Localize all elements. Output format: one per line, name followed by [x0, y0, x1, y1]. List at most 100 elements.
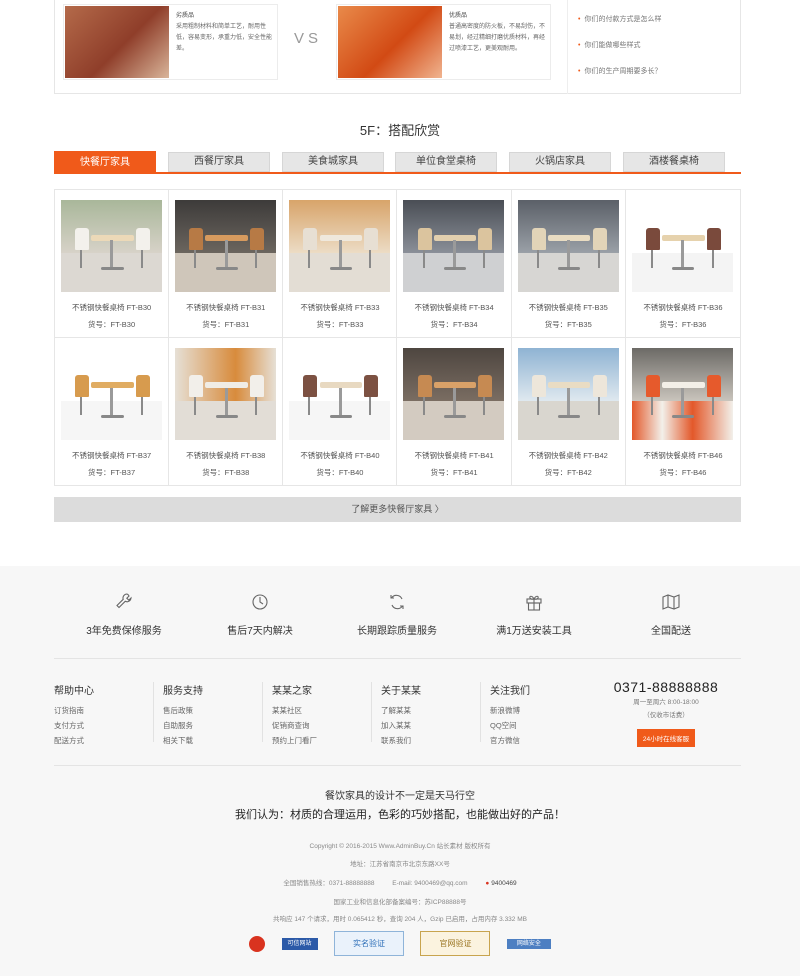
faq-link[interactable]: 你们的生产周期要多长？ — [578, 66, 661, 76]
online-service-button[interactable]: 24小时在线客服 — [636, 729, 696, 747]
high-quality-photo — [338, 6, 442, 78]
copyright: Copyright © 2016-2015 Www.AdminBuy.Cn 站长… — [309, 843, 491, 850]
trust-badge[interactable]: 可信网站 — [281, 937, 318, 950]
more-products-button[interactable]: 了解更多快餐厅家具 〉 — [54, 497, 741, 522]
product-code: 货号：FT-B41 — [430, 467, 478, 477]
product-card[interactable]: 不锈钢快餐桌椅 FT-B41 货号：FT-B41 — [397, 337, 512, 485]
footer-link[interactable]: 了解某某 — [381, 703, 480, 718]
product-card[interactable]: 不锈钢快餐桌椅 FT-B34 货号：FT-B34 — [397, 190, 512, 338]
tab-fast-food[interactable]: 快餐厅家具 — [54, 151, 156, 173]
product-code: 货号：FT-B38 — [202, 467, 250, 477]
product-code: 货号：FT-B36 — [659, 320, 707, 329]
product-name[interactable]: 不锈钢快餐桌椅 FT-B36 — [626, 302, 740, 313]
product-card[interactable]: 不锈钢快餐桌椅 FT-B42 货号：FT-B42 — [512, 337, 626, 485]
server-stats: 共响应 147 个请求，用时 0.065412 秒，查询 204 人，Gzip … — [273, 916, 527, 923]
product-card[interactable]: 不锈钢快餐桌椅 FT-B33 货号：FT-B33 — [283, 190, 398, 338]
low-quality-sample[interactable]: 劣质品 采用粗制材料和简单工艺，耐用性低，容易变形，承重力低，安全性能差。 — [63, 4, 278, 80]
product-image — [61, 200, 162, 292]
product-image — [175, 200, 277, 292]
product-name[interactable]: 不锈钢快餐桌椅 FT-B31 — [169, 302, 282, 313]
product-name[interactable]: 不锈钢快餐桌椅 FT-B35 — [512, 302, 625, 313]
footer-link[interactable]: 支付方式 — [54, 718, 153, 733]
high-quality-text: 普通高密度的防火板，不易刮伤，不易划，经过精细打磨优质材料，再经过喷漆工艺，更美… — [449, 24, 546, 52]
high-quality-sample[interactable]: 优质品 普通高密度的防火板，不易刮伤，不易划，经过精细打磨优质材料，再经过喷漆工… — [336, 4, 551, 80]
footer-link[interactable]: 售后政策 — [163, 703, 262, 718]
footer-col-follow: 关注我们 新浪微博 QQ空间 官方微信 — [490, 682, 590, 748]
product-card[interactable]: 不锈钢快餐桌椅 FT-B30 货号：FT-B30 — [55, 190, 170, 338]
footer-link[interactable]: 官方微信 — [490, 733, 590, 748]
security-badge[interactable]: 网络安全 — [506, 938, 551, 949]
product-code: 货号：FT-B42 — [544, 467, 592, 477]
low-quality-photo — [65, 6, 169, 78]
product-image — [631, 200, 733, 292]
product-image — [175, 347, 277, 440]
wrench-icon — [116, 593, 132, 609]
tab-canteen[interactable]: 单位食堂桌椅 — [395, 152, 497, 172]
tab-western[interactable]: 西餐厅家具 — [168, 152, 270, 172]
product-name[interactable]: 不锈钢快餐桌椅 FT-B41 — [397, 450, 510, 461]
official-badge[interactable]: 官网验证 — [420, 931, 491, 956]
icp[interactable]: 国家工业和信息化部备案编号：苏ICP88888号 — [0, 896, 800, 906]
service-label: 全国配送 — [651, 626, 691, 637]
product-card[interactable]: 不锈钢快餐桌椅 FT-B31 货号：FT-B31 — [169, 190, 284, 338]
police-badge[interactable] — [249, 935, 266, 952]
service-label: 长期跟踪质量服务 — [357, 626, 437, 637]
tab-hotpot[interactable]: 火锅店家具 — [509, 152, 611, 172]
product-name[interactable]: 不锈钢快餐桌椅 FT-B46 — [626, 450, 740, 461]
contact-hours-note: （仅收市话费） — [643, 712, 689, 719]
email[interactable]: E-mail: 9400469@qq.com — [392, 880, 467, 887]
comparison-strip: 劣质品 采用粗制材料和简单工艺，耐用性低，容易变形，承重力低，安全性能差。 VS… — [54, 0, 741, 94]
service-aftersale: 售后7天内解决 — [190, 592, 330, 637]
slogan-line2: 我们认为：材质的合理运用，色彩的巧妙搭配，也能做出好的产品！ — [235, 809, 565, 821]
product-name[interactable]: 不锈钢快餐桌椅 FT-B42 — [512, 450, 625, 461]
product-card[interactable]: 不锈钢快餐桌椅 FT-B36 货号：FT-B36 — [625, 190, 740, 338]
footer-col-about: 关于某某 了解某某 加入某某 联系我们 — [381, 682, 481, 745]
high-quality-title: 优质品 — [449, 13, 468, 19]
product-card[interactable]: 不锈钢快餐桌椅 FT-B38 货号：FT-B38 — [169, 337, 284, 485]
product-name[interactable]: 不锈钢快餐桌椅 FT-B30 — [55, 302, 168, 313]
faq-link[interactable]: 你们能做哪些样式 — [578, 40, 640, 50]
footer-link[interactable]: 加入某某 — [381, 718, 480, 733]
footer-link[interactable]: 自助服务 — [163, 718, 262, 733]
high-quality-desc: 优质品 普通高密度的防火板，不易刮伤，不易划，经过精细打磨优质材料，再经过喷漆工… — [449, 11, 549, 55]
footer-link[interactable]: 相关下载 — [163, 733, 262, 748]
tab-restaurant[interactable]: 酒楼餐桌椅 — [623, 152, 725, 172]
tab-food-court[interactable]: 美食城家具 — [282, 152, 384, 172]
vs-label: VS — [294, 30, 323, 47]
product-card[interactable]: 不锈钢快餐桌椅 FT-B37 货号：FT-B37 — [55, 337, 170, 485]
footer-link[interactable]: 某某社区 — [272, 703, 371, 718]
service-warranty: 3年免费保修服务 — [54, 592, 194, 637]
product-name[interactable]: 不锈钢快餐桌椅 FT-B34 — [397, 302, 510, 313]
service-label: 满1万送安装工具 — [496, 626, 572, 637]
product-name[interactable]: 不锈钢快餐桌椅 FT-B37 — [55, 450, 168, 461]
footer-divider — [54, 765, 741, 766]
footer-link[interactable]: 联系我们 — [381, 733, 480, 748]
footer-col-title: 帮助中心 — [54, 686, 94, 697]
footer-col-title: 关于某某 — [381, 686, 421, 697]
map-icon — [662, 594, 680, 610]
section-title: 5F：搭配欣赏 — [359, 123, 441, 138]
footer-link[interactable]: 新浪微博 — [490, 703, 590, 718]
footer-link[interactable]: 预约上门看厂 — [272, 733, 371, 748]
footer-link[interactable]: 促销商查询 — [272, 718, 371, 733]
service-gift: 满1万送安装工具 — [464, 592, 604, 637]
product-card[interactable]: 不锈钢快餐桌椅 FT-B46 货号：FT-B46 — [626, 338, 740, 486]
product-image — [403, 347, 505, 440]
faq-link[interactable]: 你们的付款方式是怎么样 — [578, 14, 661, 24]
product-card[interactable]: 不锈钢快餐桌椅 FT-B40 货号：FT-B40 — [283, 337, 398, 485]
product-name[interactable]: 不锈钢快餐桌椅 FT-B38 — [169, 450, 282, 461]
slogan-line1: 餐饮家具的设计不一定是天马行空 — [325, 791, 475, 802]
category-tabs: 快餐厅家具 西餐厅家具 美食城家具 单位食堂桌椅 火锅店家具 酒楼餐桌椅 — [54, 151, 741, 174]
product-image — [61, 347, 162, 440]
footer-link[interactable]: 订货指南 — [54, 703, 153, 718]
trust-badges: 可信网站 实名验证 官网验证 网络安全 — [0, 931, 800, 956]
contact-phone: 0371-88888888 — [613, 679, 719, 695]
product-name[interactable]: 不锈钢快餐桌椅 FT-B40 — [283, 450, 396, 461]
footer-link[interactable]: 配送方式 — [54, 733, 153, 748]
verified-badge[interactable]: 实名验证 — [334, 931, 404, 956]
product-name[interactable]: 不锈钢快餐桌椅 FT-B33 — [283, 302, 396, 313]
qq-contact[interactable]: ● 9400469 — [485, 880, 516, 887]
address: 地址：江苏省南京市北京东路XX号 — [350, 861, 450, 868]
product-card[interactable]: 不锈钢快餐桌椅 FT-B35 货号：FT-B35 — [511, 190, 626, 338]
footer-link[interactable]: QQ空间 — [490, 718, 590, 733]
